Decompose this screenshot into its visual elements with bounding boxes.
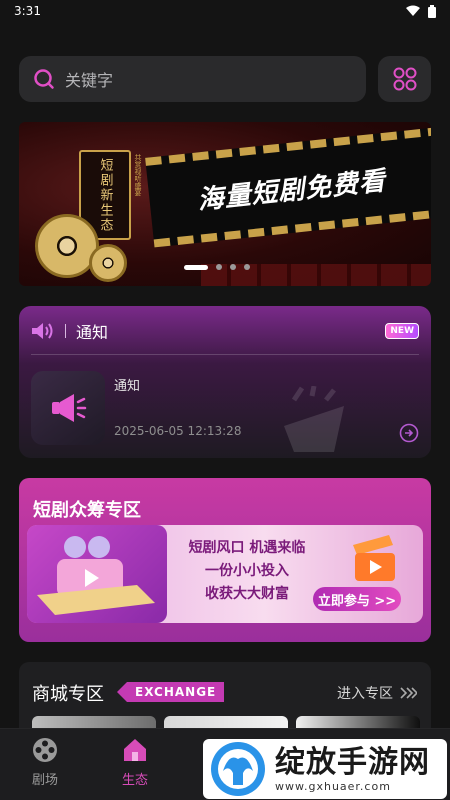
- enter-mall-label: 进入专区: [337, 686, 393, 702]
- notice-header: 通知 NEW: [31, 318, 419, 344]
- carousel-dot-active[interactable]: [184, 264, 208, 270]
- slogan-line: 一份小小投入: [205, 563, 289, 579]
- carousel-dot[interactable]: [244, 264, 250, 270]
- speaker-icon: [32, 323, 53, 339]
- notice-item-time: 2025-06-05 12:13:28: [114, 424, 242, 438]
- watermark-url: www.gxhuaer.com: [275, 779, 391, 793]
- carousel-dot[interactable]: [230, 264, 236, 270]
- notice-item-icon: [31, 371, 105, 445]
- crowdfunding-illustration: [27, 525, 167, 623]
- nav-item-ecology[interactable]: 生态: [105, 737, 165, 788]
- new-badge: NEW: [385, 323, 419, 339]
- slogan-line: 收获大大财富: [205, 586, 289, 602]
- grid-icon: [393, 67, 416, 91]
- search-icon: [34, 69, 54, 89]
- megaphone-watermark-icon: [284, 386, 344, 452]
- crowdfunding-slogan: 短剧风口 机遇来临 一份小小投入 收获大大财富: [177, 537, 317, 606]
- search-placeholder: 关键字: [65, 71, 114, 90]
- notice-item-title: 通知: [114, 379, 141, 394]
- join-now-button[interactable]: 立即参与 >>: [313, 587, 401, 611]
- divider: [65, 324, 66, 338]
- film-reel-small: [89, 244, 127, 282]
- arrow-right-circle-icon[interactable]: [399, 423, 419, 443]
- double-chevron-right-icon: [400, 687, 417, 699]
- search-row: 关键字: [19, 56, 431, 102]
- banner-sign-text: 短剧新生态: [97, 157, 113, 233]
- watermark-text-block: 绽放手游网 www.gxhuaer.com: [275, 744, 430, 793]
- site-logo-icon: [211, 742, 265, 796]
- watermark-title: 绽放手游网: [275, 744, 430, 780]
- search-input[interactable]: 关键字: [19, 56, 366, 102]
- exchange-tag: EXCHANGE: [117, 682, 225, 702]
- status-time: 3:31: [14, 4, 41, 18]
- carousel-indicator: [184, 264, 250, 270]
- megaphone-icon: [52, 394, 87, 422]
- battery-icon: [428, 4, 436, 18]
- film-reel-icon: [33, 738, 57, 762]
- clapperboard-icon: [353, 535, 395, 581]
- notice-header-title: 通知: [76, 323, 109, 342]
- nav-label: 生态: [121, 773, 148, 788]
- home-icon: [124, 739, 146, 761]
- crowdfunding-banner[interactable]: 短剧风口 机遇来临 一份小小投入 收获大大财富 立即参与 >>: [27, 525, 423, 623]
- slogan-line: 短剧风口 机遇来临: [188, 540, 306, 556]
- site-watermark: 绽放手游网 www.gxhuaer.com: [203, 739, 447, 799]
- mall-title: 商城专区: [32, 684, 104, 705]
- crowdfunding-title: 短剧众筹专区: [33, 500, 141, 521]
- wifi-icon: [406, 5, 420, 16]
- notice-card[interactable]: 通知 NEW 通知 2025-06-05 12:13:28: [19, 306, 431, 458]
- nav-label: 剧场: [31, 773, 58, 788]
- status-bar: 3:31: [0, 0, 450, 22]
- carousel-dot[interactable]: [216, 264, 222, 270]
- film-projector-icon: [37, 536, 155, 615]
- banner-sign-subtext: 共赏视听盛宴: [134, 154, 142, 196]
- nav-item-theater[interactable]: 剧场: [15, 737, 75, 788]
- category-grid-button[interactable]: [378, 56, 431, 102]
- banner-carousel[interactable]: 海量短剧免费看 短剧新生态 共赏视听盛宴: [19, 122, 431, 286]
- status-icons: [406, 4, 436, 18]
- divider: [31, 354, 419, 355]
- crowdfunding-section: 短剧众筹专区 短剧风口 机遇来临 一份小小投入 收获大大财富 立即参与 >>: [19, 478, 431, 642]
- enter-mall-link[interactable]: 进入专区: [337, 683, 417, 703]
